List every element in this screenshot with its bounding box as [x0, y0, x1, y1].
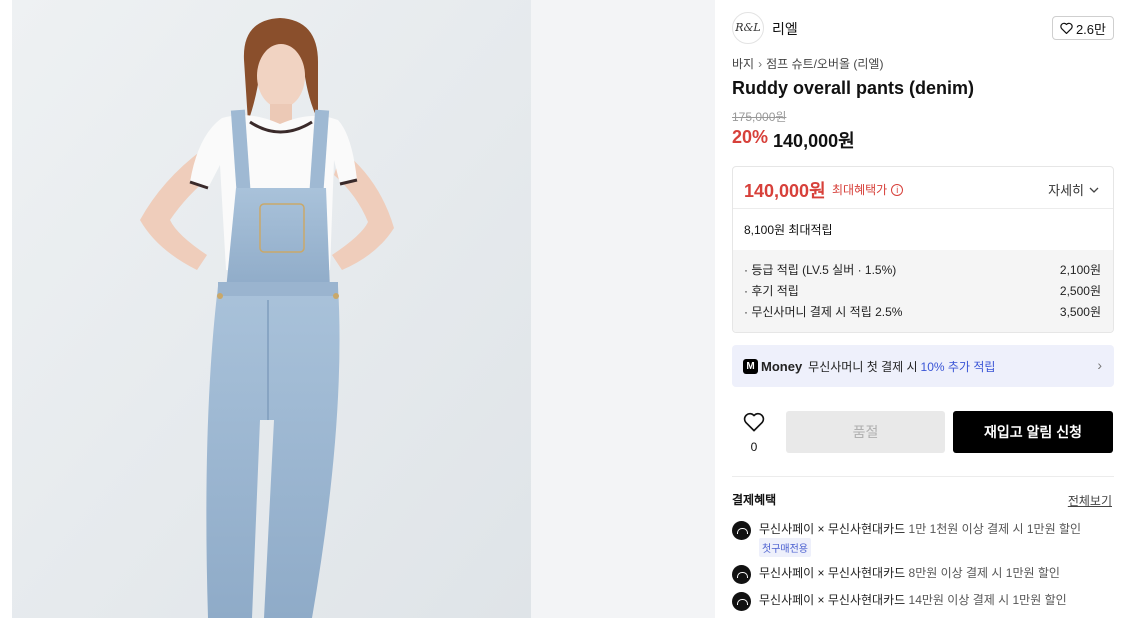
payment-benefit-item[interactable]: 무신사페이 × 무신사현대카드 8만원 이상 결제 시 1만원 할인 [732, 564, 1114, 584]
benefit-detail-toggle[interactable]: 자세히 [1048, 180, 1099, 199]
points-row-label: · 등급 적립 (LV.5 실버 · 1.5%) [744, 263, 897, 277]
points-breakdown: · 등급 적립 (LV.5 실버 · 1.5%) 2,100원 · 후기 적립 … [733, 250, 1113, 332]
points-total: 8,100원 최대적립 [744, 223, 833, 237]
sale-price: 140,000원 [773, 131, 855, 151]
musinsa-money-banner[interactable]: M Money 무신사머니 첫 결제 시 10% 추가 적립 › [732, 345, 1114, 387]
info-icon[interactable]: i [891, 183, 904, 196]
money-logo-icon: M [743, 358, 758, 374]
heart-icon [743, 412, 765, 432]
breadcrumb-category[interactable]: 바지 [732, 55, 754, 72]
original-price: 175,000원 [732, 110, 787, 124]
wishlist-count: 0 [750, 440, 758, 454]
card-icon [732, 521, 751, 540]
max-benefit-price: 140,000원 [744, 181, 826, 201]
discount-rate: 20% [732, 127, 769, 147]
payment-benefits-heading: 결제혜택 [732, 493, 777, 507]
chevron-right-icon: › [1097, 357, 1102, 373]
product-info-panel: R&L 리엘 2.6만 바지 › 점프 슈트/오버올 (리엘) Ruddy ov… [715, 0, 1125, 618]
heart-icon [1060, 22, 1073, 34]
brand-logo[interactable]: R&L [732, 12, 764, 44]
payment-see-all-link[interactable]: 전체보기 [1068, 492, 1112, 509]
money-banner-text: 무신사머니 첫 결제 시 [808, 359, 918, 374]
payment-benefit-condition: 14만원 이상 결제 시 1만원 할인 [908, 593, 1067, 607]
money-brand-word: Money [761, 358, 803, 374]
chevron-right-icon: › [758, 56, 763, 71]
brand-row: R&L 리엘 2.6만 [732, 12, 1114, 44]
payment-benefit-name: 무신사페이 × 무신사현대카드 [759, 593, 906, 607]
points-row: · 무신사머니 결제 시 적립 2.5% 3,500원 [744, 302, 1101, 323]
points-row-value: 2,500원 [1059, 284, 1101, 298]
points-row: · 등급 적립 (LV.5 실버 · 1.5%) 2,100원 [744, 260, 1101, 281]
product-photo[interactable] [12, 0, 531, 618]
payment-benefit-text: 무신사페이 × 무신사현대카드 14만원 이상 결제 시 1만원 할인 [759, 591, 1067, 608]
points-row-label: · 후기 적립 [744, 284, 799, 298]
gallery-gutter [531, 0, 715, 618]
price-row: 20% 140,000원 [732, 127, 855, 153]
payment-benefit-text: 무신사페이 × 무신사현대카드 1만 1천원 이상 결제 시 1만원 할인 [759, 520, 1081, 537]
money-banner-highlight: 10% 추가 적립 [920, 359, 996, 374]
points-row-value: 3,500원 [1059, 305, 1101, 319]
section-divider [732, 476, 1114, 477]
payment-benefit-text: 무신사페이 × 무신사현대카드 8만원 이상 결제 시 1만원 할인 [759, 564, 1060, 581]
benefit-box: 140,000원 최대혜택가 i 자세히 8,100원 최대적립 · 등급 적립… [732, 166, 1114, 333]
points-row: · 후기 적립 2,500원 [744, 281, 1101, 302]
card-icon [732, 565, 751, 584]
chevron-down-icon [1089, 187, 1099, 193]
wishlist-button[interactable]: 0 [742, 412, 766, 454]
product-title: Ruddy overall pants (denim) [732, 78, 975, 98]
brand-name[interactable]: 리엘 [772, 19, 798, 39]
payment-benefit-item[interactable]: 무신사페이 × 무신사현대카드 14만원 이상 결제 시 1만원 할인 [732, 591, 1114, 611]
breadcrumb-subcategory[interactable]: 점프 슈트/오버올 (리엘) [766, 55, 883, 72]
card-icon [732, 592, 751, 611]
benefit-detail-label: 자세히 [1048, 183, 1084, 198]
payment-benefit-condition: 8만원 이상 결제 시 1만원 할인 [908, 566, 1060, 580]
payment-benefit-name: 무신사페이 × 무신사현대카드 [759, 566, 906, 580]
max-benefit-label-text: 최대혜택가 [832, 183, 888, 197]
payment-benefit-item[interactable]: 무신사페이 × 무신사현대카드 1만 1천원 이상 결제 시 1만원 할인 첫구… [732, 520, 1114, 557]
payment-benefit-name: 무신사페이 × 무신사현대카드 [759, 522, 906, 536]
max-benefit-header: 140,000원 최대혜택가 i 자세히 [733, 167, 1113, 209]
model-illustration [12, 0, 531, 618]
restock-alert-button[interactable]: 재입고 알림 신청 [953, 411, 1113, 453]
points-row-label: · 무신사머니 결제 시 적립 2.5% [744, 305, 903, 319]
payment-benefit-condition: 1만 1천원 이상 결제 시 1만원 할인 [908, 522, 1082, 536]
brand-like-button[interactable]: 2.6만 [1051, 16, 1114, 40]
payment-benefit-tag: 첫구매전용 [759, 538, 811, 557]
points-row-value: 2,100원 [1059, 263, 1101, 277]
brand-like-count: 2.6만 [1075, 21, 1106, 37]
breadcrumb: 바지 › 점프 슈트/오버올 (리엘) [732, 55, 883, 72]
max-benefit-label: 최대혜택가 i [832, 181, 904, 198]
soldout-button[interactable]: 품절 [786, 411, 945, 453]
